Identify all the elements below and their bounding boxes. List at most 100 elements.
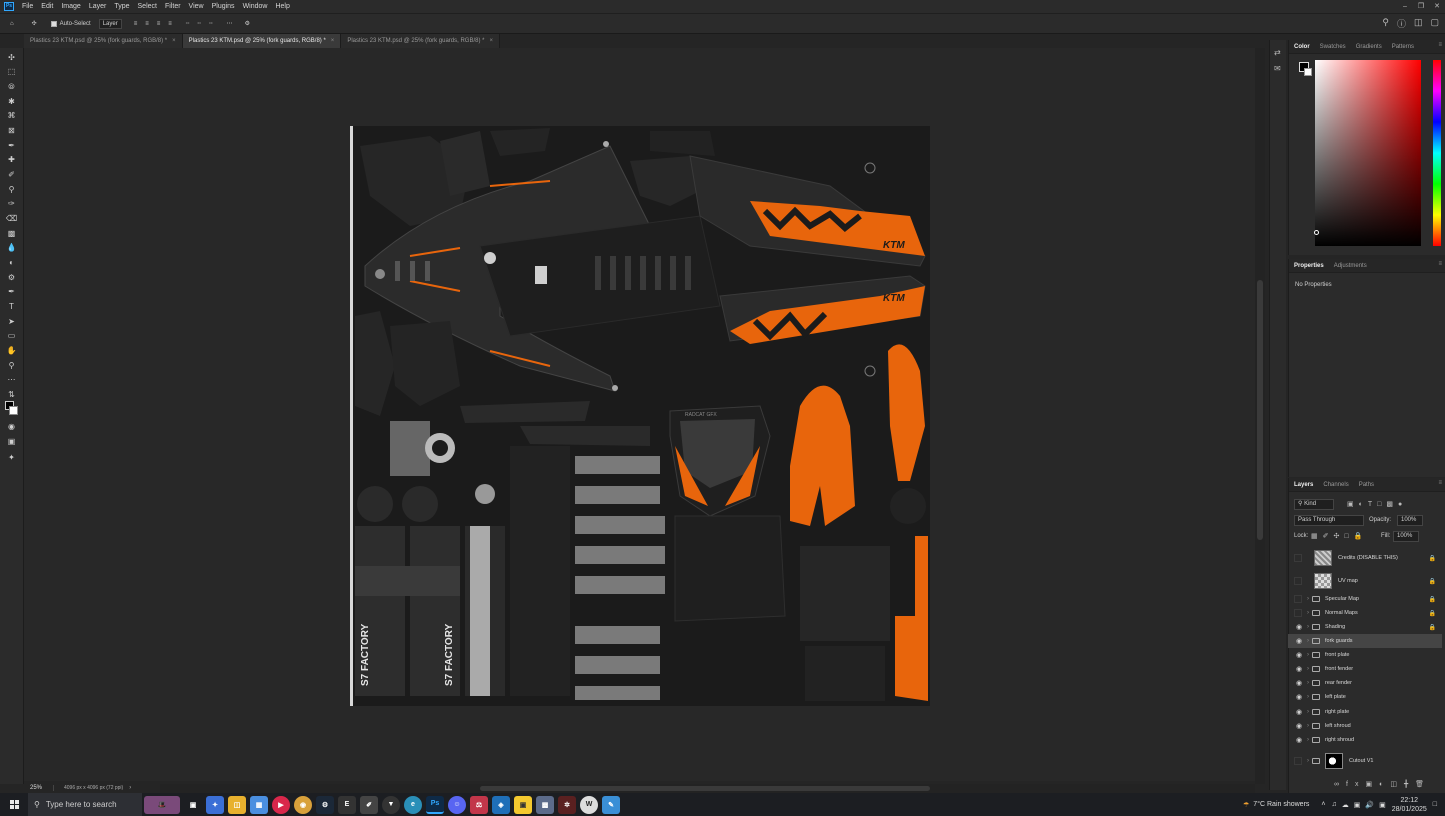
align-left-icon[interactable]: ≡ [134,21,138,27]
menu-image[interactable]: Image [57,0,84,13]
visibility-eye-icon[interactable] [1294,757,1302,765]
scrollbar-thumb[interactable] [480,786,930,791]
launcher-icon[interactable]: ▼ [382,795,400,814]
epic-games-icon[interactable]: E [338,795,356,814]
auto-select-target-dropdown[interactable]: Layer [98,18,122,29]
marquee-tool-icon[interactable]: ⬚ [5,66,18,77]
menu-edit[interactable]: Edit [37,0,57,13]
visibility-eye-icon[interactable] [1294,577,1302,585]
foreground-background-color-icon[interactable] [5,401,18,417]
generative-fill-icon[interactable]: ✦ [5,452,18,463]
hand-tool-icon[interactable]: ✋ [5,345,18,356]
visibility-eye-icon[interactable] [1294,609,1302,617]
layer-thumbnail[interactable] [1314,573,1332,589]
quick-select-tool-icon[interactable]: ✱ [5,96,18,107]
game-controller-icon[interactable]: ⚖ [470,795,488,814]
stamp-tool-icon[interactable]: ⚲ [5,184,18,195]
tab-gradients[interactable]: Gradients [1351,40,1387,54]
fill-input[interactable]: 100% [1393,531,1419,542]
new-group-icon[interactable]: ◫ [1390,781,1404,788]
restore-icon[interactable]: ❐ [1413,0,1429,13]
layer-row[interactable]: ◉ › left plate [1288,690,1442,704]
visibility-eye-icon[interactable] [1294,554,1302,562]
microphone-icon[interactable]: ♫ [1332,801,1337,808]
zoom-tool-icon[interactable]: ⚲ [5,360,18,371]
panel-menu-icon[interactable]: ≡ [1438,42,1442,48]
discord-icon[interactable]: ☺ [448,795,466,814]
speaker-icon[interactable]: 🔊 [1365,801,1374,809]
blur-tool-icon[interactable]: 💧 [5,242,18,253]
monitor-icon[interactable]: ▣ [1354,801,1361,809]
chevron-right-icon[interactable]: › [1304,694,1312,700]
menu-filter[interactable]: Filter [161,0,185,13]
layer-row[interactable]: › Normal Maps 🔒 [1288,606,1442,620]
cloud-icon[interactable]: ☁ [1342,801,1349,809]
layer-mask-thumbnail[interactable] [1325,753,1343,769]
sticky-notes-icon[interactable]: ▣ [514,795,532,814]
add-mask-icon[interactable]: ▣ [1365,781,1379,788]
chevron-right-icon[interactable]: › [1304,666,1312,672]
photoshop-taskbar-icon[interactable]: Ps [426,795,444,814]
taskbar-search[interactable]: ⚲ Type here to search [28,793,142,816]
document-info[interactable]: 4096 px x 4096 px (72 ppi) [54,785,123,791]
filter-type-icon[interactable]: T [1368,501,1377,508]
eyedropper-tool-icon[interactable]: ✒ [5,140,18,151]
chevron-right-icon[interactable]: › [1304,596,1312,602]
visibility-eye-icon[interactable]: ◉ [1294,722,1304,730]
color-field[interactable] [1315,60,1421,246]
chevron-right-icon[interactable]: › [1304,652,1312,658]
visibility-eye-icon[interactable]: ◉ [1294,708,1304,716]
delete-layer-icon[interactable]: 🗑 [1415,781,1431,788]
document-tab[interactable]: Plastics 23 KTM.psd @ 25% (fork guards, … [24,34,183,48]
edit-toolbar-icon[interactable]: ⋯ [5,374,18,385]
chevron-right-icon[interactable]: › [1304,638,1312,644]
layer-row[interactable]: ◉ › Shading 🔒 [1288,620,1442,634]
opacity-input[interactable]: 100% [1397,515,1423,526]
lock-transparent-icon[interactable]: ▦ [1311,533,1323,540]
blend-mode-dropdown[interactable]: Pass Through [1294,515,1364,526]
search-highlight-icon[interactable]: 🎩 [144,795,180,814]
align-middle-icon[interactable]: ╌ [197,20,201,27]
chevron-up-icon[interactable]: ˄ [1321,801,1325,808]
move-tool-preset-icon[interactable]: ✣ [32,20,37,27]
chevron-right-icon[interactable]: › [1304,758,1312,764]
file-explorer-icon[interactable]: ◫ [228,795,246,814]
edge-icon[interactable]: e [404,795,422,814]
filter-smart-object-icon[interactable]: ▩ [1386,501,1398,508]
document-canvas[interactable]: KTM KTM RADCAT GFX S7 FACTORY S7 FACTORY [350,126,930,706]
chevron-right-icon[interactable]: › [1304,737,1312,743]
clock[interactable]: 22:12 28/01/2025 [1392,796,1427,814]
layer-row[interactable]: ◉ › rear fender [1288,676,1442,690]
help-icon[interactable]: ⓘ [1397,17,1406,30]
media-player-icon[interactable]: ▶ [272,795,290,814]
canvas-area[interactable]: KTM KTM RADCAT GFX S7 FACTORY S7 FACTORY [24,48,1255,781]
filter-pixel-icon[interactable]: ▣ [1347,501,1359,508]
lasso-tool-icon[interactable]: ⦾ [5,81,18,92]
photoshop-logo-icon[interactable]: Ps [4,2,14,11]
menu-view[interactable]: View [185,0,208,13]
lock-image-icon[interactable]: ✐ [1323,533,1334,540]
gradient-tool-icon[interactable]: ▩ [5,228,18,239]
screen-mode-icon[interactable]: ▣ [5,436,18,447]
type-tool-icon[interactable]: T [5,301,18,312]
notes-app-icon[interactable]: ✐ [360,795,378,814]
weather-text[interactable]: 7°C Rain showers [1253,801,1309,808]
copilot-icon[interactable]: ✦ [206,795,224,814]
scrollbar-thumb[interactable] [1257,280,1263,540]
settings-icon[interactable]: ⚙ [245,20,250,27]
hue-slider[interactable] [1433,60,1441,246]
chevron-right-icon[interactable]: › [129,785,131,791]
share-icon[interactable]: ◫ [1414,17,1423,30]
tab-channels[interactable]: Channels [1318,478,1353,492]
steam-icon[interactable]: ⚙ [316,795,334,814]
lock-all-icon[interactable]: 🔒 [1354,533,1368,540]
visibility-eye-icon[interactable]: ◉ [1294,623,1304,631]
lock-position-icon[interactable]: ✣ [1334,533,1345,540]
close-tab-icon[interactable]: × [489,38,493,44]
color-field-picker[interactable] [1314,230,1319,235]
tab-patterns[interactable]: Patterns [1387,40,1419,54]
weather-icon[interactable]: ☂ [1243,801,1249,809]
menu-help[interactable]: Help [271,0,293,13]
tab-paths[interactable]: Paths [1354,478,1379,492]
task-view-icon[interactable]: ▣ [184,796,202,814]
